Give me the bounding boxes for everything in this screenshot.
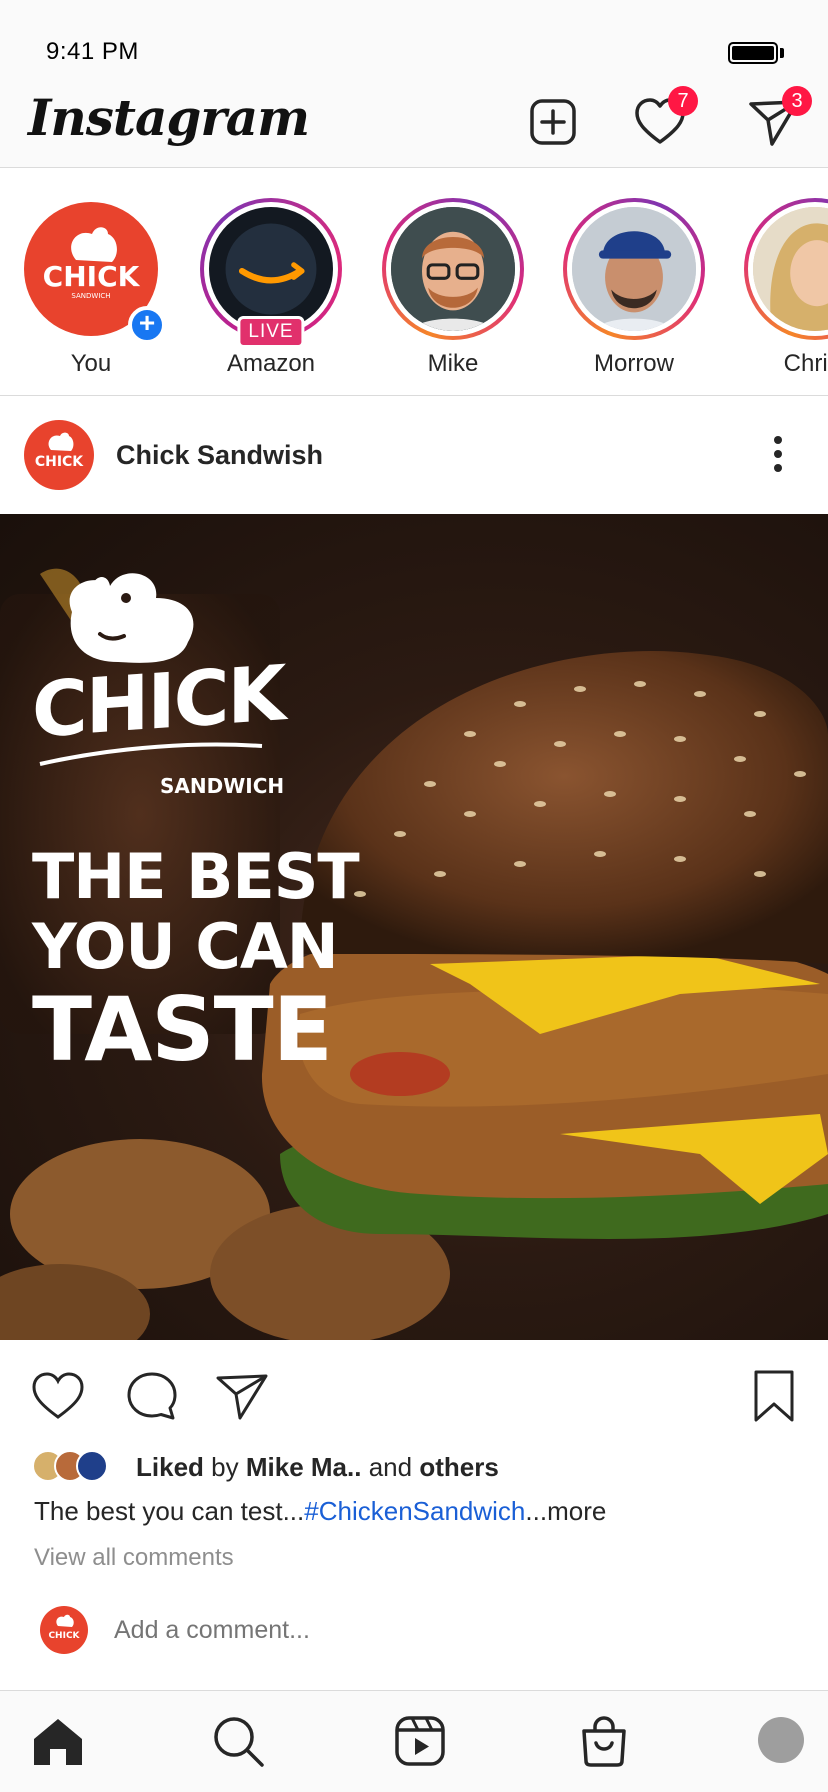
story-christ[interactable]: Christ [740, 198, 828, 378]
more-options-icon[interactable] [770, 434, 786, 474]
story-label: Christ [783, 350, 828, 377]
likes-by: by [211, 1452, 239, 1482]
status-time: 9:41 PM [46, 38, 139, 65]
home-icon[interactable] [30, 1713, 86, 1769]
live-badge: LIVE [237, 316, 305, 348]
story-ring [563, 198, 705, 340]
battery-icon [728, 42, 778, 64]
notifications-heart-icon[interactable]: 7 [632, 86, 698, 150]
post-image[interactable]: CHICK SANDWICH THE BEST YOU CAN TASTE [0, 514, 828, 1340]
messages-badge: 3 [782, 86, 812, 116]
story-label: Amazon [226, 350, 316, 377]
promo-line-3: TASTE [32, 978, 333, 1081]
post-header: CHICK Chick Sandwish [0, 396, 828, 514]
likes-liked: Liked [136, 1452, 204, 1482]
likes-and: and [368, 1452, 413, 1482]
shop-bag-icon[interactable] [576, 1713, 632, 1769]
caption-hashtag[interactable]: #ChickenSandwich [304, 1496, 525, 1526]
own-avatar: CHICK [40, 1606, 88, 1654]
story-you-logo-sub: SANDWICH [71, 292, 110, 300]
view-all-comments-link[interactable]: View all comments [34, 1544, 234, 1572]
post-actions [0, 1340, 828, 1440]
bottom-navigation [0, 1690, 828, 1792]
story-label: Morrow [593, 350, 674, 377]
direct-messages-icon[interactable]: 3 [746, 86, 812, 150]
stories-tray: CHICK SANDWICH + You LIVE Amazon Mike Mo… [0, 168, 828, 396]
story-ring [382, 198, 524, 340]
story-you-logo-main: CHICK [43, 260, 141, 293]
caption-text: The best you can test... [34, 1496, 305, 1526]
post-author-avatar[interactable]: CHICK [24, 420, 94, 490]
liker-avatars[interactable] [32, 1448, 116, 1484]
likes-row: Liked by Mike Ma.. and others [32, 1448, 812, 1484]
instagram-logo: Instagram [28, 88, 310, 147]
story-ring: CHICK SANDWICH + [20, 198, 166, 344]
christ-avatar [753, 207, 828, 331]
post-avatar-logo: CHICK [35, 454, 84, 470]
story-label: You [70, 350, 112, 377]
morrow-avatar [572, 207, 696, 331]
promo-brand-main: CHICK [32, 648, 285, 755]
comment-bubble-icon[interactable] [124, 1368, 180, 1424]
promo-brand-sub: SANDWICH [160, 774, 285, 798]
share-send-icon[interactable] [214, 1368, 270, 1424]
story-you[interactable]: CHICK SANDWICH + You [16, 198, 166, 378]
likes-others[interactable]: others [419, 1452, 498, 1482]
add-comment-row: CHICK [0, 1600, 828, 1680]
reels-icon[interactable] [392, 1713, 448, 1769]
promo-line-1: THE BEST [32, 840, 360, 913]
add-story-badge[interactable]: + [128, 306, 166, 344]
new-post-icon[interactable] [525, 94, 581, 150]
liker-avatar [76, 1450, 108, 1482]
battery-cap [780, 48, 784, 58]
profile-avatar[interactable] [758, 1717, 804, 1763]
story-amazon[interactable]: LIVE Amazon [196, 198, 346, 378]
caption-more[interactable]: ...more [525, 1496, 606, 1526]
app-header: Instagram 7 3 [0, 80, 828, 168]
story-label: Mike [427, 350, 479, 377]
likes-user[interactable]: Mike Ma.. [246, 1452, 362, 1482]
search-icon[interactable] [210, 1713, 266, 1769]
story-ring [744, 198, 828, 340]
add-comment-input[interactable] [114, 1616, 714, 1645]
mike-avatar [391, 207, 515, 331]
like-heart-icon[interactable] [30, 1368, 86, 1424]
notifications-badge: 7 [668, 86, 698, 116]
status-bar: 9:41 PM [0, 0, 828, 80]
story-mike[interactable]: Mike [378, 198, 528, 378]
own-avatar-logo: CHICK [48, 1631, 80, 1641]
post-caption: The best you can test...#ChickenSandwich… [34, 1496, 606, 1527]
story-morrow[interactable]: Morrow [559, 198, 709, 378]
bookmark-icon[interactable] [746, 1368, 802, 1424]
story-ring: LIVE [200, 198, 342, 348]
promo-line-2: YOU CAN [32, 910, 339, 983]
amazon-avatar [209, 207, 333, 331]
likes-summary[interactable]: Liked by Mike Ma.. and others [136, 1452, 499, 1483]
post-username[interactable]: Chick Sandwish [116, 440, 323, 471]
